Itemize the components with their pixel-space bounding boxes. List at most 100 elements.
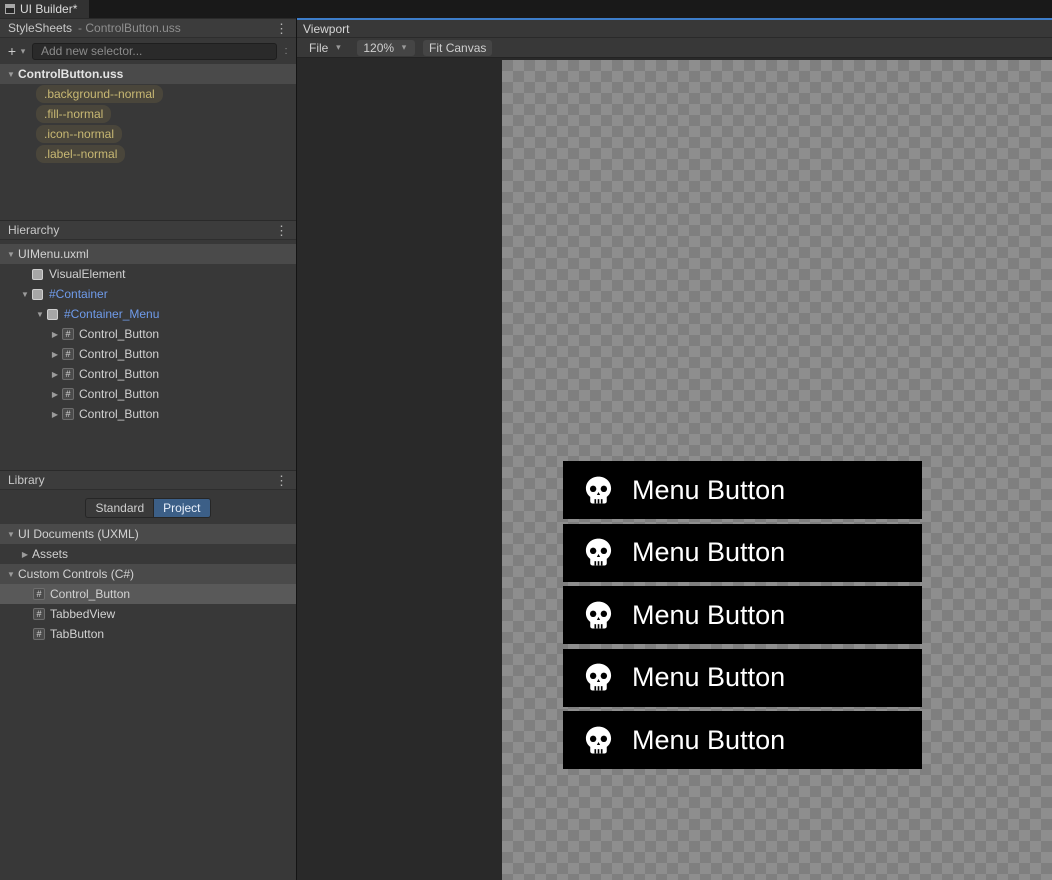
expander-right-icon[interactable] — [48, 370, 62, 379]
kebab-menu-icon[interactable] — [275, 224, 288, 237]
expander-right-icon[interactable] — [48, 330, 62, 339]
library-item-control-button[interactable]: Control_Button — [0, 584, 296, 604]
selector-row[interactable]: .fill--normal — [36, 104, 112, 124]
hierarchy-item-label: #Container — [49, 287, 108, 301]
zoom-dropdown[interactable]: 120% — [357, 39, 416, 56]
library-item-assets[interactable]: Assets — [0, 544, 296, 564]
chevron-down-icon — [399, 42, 409, 53]
canvas-transparency-checkerboard[interactable]: Menu Button Menu Button Menu Button Menu… — [502, 60, 1052, 880]
viewport-toolbar: File 120% Fit Canvas — [297, 38, 1052, 58]
hierarchy-item-label: VisualElement — [49, 267, 126, 281]
hierarchy-item-visualelement[interactable]: VisualElement — [0, 264, 296, 284]
menu-button-label: Menu Button — [632, 537, 786, 567]
menu-button-label: Menu Button — [632, 599, 786, 630]
hierarchy-item-container-menu[interactable]: #Container_Menu — [0, 304, 296, 324]
library-section-csharp[interactable]: Custom Controls (C#) — [0, 564, 296, 584]
tab-standard[interactable]: Standard — [85, 498, 154, 518]
menu-button-label: Menu Button — [632, 662, 786, 692]
library-item-label: TabbedView — [50, 607, 116, 621]
menu-button[interactable]: Menu Button — [563, 586, 922, 644]
file-menu-button[interactable]: File — [303, 40, 349, 56]
selector-pill[interactable]: .label--normal — [36, 145, 126, 163]
expander-down-icon[interactable] — [33, 310, 47, 319]
skull-icon — [582, 536, 615, 569]
skull-icon — [582, 474, 615, 507]
hierarchy-header: Hierarchy — [0, 220, 296, 240]
expander-down-icon[interactable] — [4, 530, 18, 539]
library-section-label: UI Documents (UXML) — [18, 527, 139, 541]
expander-right-icon[interactable] — [18, 550, 32, 559]
fit-canvas-button[interactable]: Fit Canvas — [423, 39, 493, 56]
hierarchy-item-label: #Container_Menu — [64, 307, 160, 321]
zoom-value: 120% — [363, 40, 395, 55]
expander-right-icon[interactable] — [48, 410, 62, 419]
menu-button[interactable]: Menu Button — [563, 523, 922, 582]
expander-down-icon[interactable] — [18, 290, 32, 299]
add-selector-row — [0, 40, 296, 62]
csharp-element-icon — [33, 628, 45, 640]
stylesheets-title: StyleSheets — [8, 21, 73, 35]
expander-right-icon[interactable] — [48, 390, 62, 399]
left-panel: StyleSheets - ControlButton.uss ControlB… — [0, 18, 297, 880]
fit-canvas-label: Fit Canvas — [429, 40, 487, 55]
skull-icon — [582, 724, 615, 757]
selector-row[interactable]: .background--normal — [36, 84, 163, 104]
hierarchy-item-control-button[interactable]: Control_Button — [0, 404, 296, 424]
menu-button-label: Menu Button — [632, 724, 786, 755]
selector-pill[interactable]: .icon--normal — [36, 125, 123, 143]
tab-ui-builder[interactable]: UI Builder* — [0, 0, 90, 18]
menu-button-stack: Menu Button Menu Button Menu Button Menu… — [563, 461, 922, 769]
selector-pill[interactable]: .fill--normal — [36, 105, 112, 123]
kebab-menu-icon[interactable] — [275, 22, 288, 35]
hierarchy-item-label: Control_Button — [79, 347, 160, 361]
viewport-canvas-area[interactable]: Menu Button Menu Button Menu Button Menu… — [297, 58, 1052, 880]
hierarchy-item-label: Control_Button — [79, 367, 160, 381]
hierarchy-root-label: UIMenu.uxml — [18, 247, 89, 261]
title-bar: UI Builder* — [0, 0, 1052, 18]
chevron-down-icon[interactable] — [18, 46, 28, 57]
library-item-tabbedview[interactable]: TabbedView — [0, 604, 296, 624]
csharp-element-icon — [33, 588, 45, 600]
library-tab-group: Standard Project — [0, 496, 296, 520]
hierarchy-item-control-button[interactable]: Control_Button — [0, 324, 296, 344]
expander-down-icon[interactable] — [4, 250, 18, 259]
tab-project[interactable]: Project — [153, 498, 211, 518]
hierarchy-root-row[interactable]: UIMenu.uxml — [0, 244, 296, 264]
hierarchy-item-container[interactable]: #Container — [0, 284, 296, 304]
expander-down-icon[interactable] — [4, 70, 18, 79]
viewport-title-row: Viewport — [297, 20, 1052, 38]
kebab-menu-icon[interactable] — [275, 474, 288, 487]
csharp-element-icon — [62, 328, 74, 340]
selector-row[interactable]: .icon--normal — [36, 124, 123, 144]
library-item-tabbutton[interactable]: TabButton — [0, 624, 296, 644]
menu-button[interactable]: Menu Button — [563, 711, 922, 769]
field-options-icon[interactable] — [282, 45, 290, 57]
library-item-label: Assets — [32, 547, 69, 561]
selector-row[interactable]: .label--normal — [36, 144, 126, 164]
menu-button-label: Menu Button — [632, 474, 786, 505]
library-section-label: Custom Controls (C#) — [18, 567, 135, 581]
stylesheets-header: StyleSheets - ControlButton.uss — [0, 18, 296, 38]
library-title: Library — [8, 473, 45, 487]
csharp-element-icon — [62, 368, 74, 380]
selector-pill[interactable]: .background--normal — [36, 85, 163, 103]
hierarchy-title: Hierarchy — [8, 223, 60, 237]
window-tab-label: UI Builder* — [20, 2, 78, 16]
visual-element-icon — [47, 308, 58, 320]
hierarchy-item-control-button[interactable]: Control_Button — [0, 344, 296, 364]
expander-down-icon[interactable] — [4, 570, 18, 579]
library-section-uxml[interactable]: UI Documents (UXML) — [0, 524, 296, 544]
stylesheet-root-row[interactable]: ControlButton.uss — [0, 64, 296, 84]
menu-button[interactable]: Menu Button — [563, 461, 922, 519]
stylesheets-subtitle: - ControlButton.uss — [78, 21, 181, 35]
hierarchy-item-control-button[interactable]: Control_Button — [0, 384, 296, 404]
expander-right-icon[interactable] — [48, 350, 62, 359]
add-selector-input[interactable] — [32, 42, 277, 60]
visual-element-icon — [32, 288, 43, 300]
menu-button[interactable]: Menu Button — [563, 648, 922, 707]
hierarchy-item-control-button[interactable]: Control_Button — [0, 364, 296, 384]
add-selector-button[interactable] — [6, 43, 18, 59]
chevron-down-icon — [333, 42, 343, 53]
skull-icon — [582, 599, 615, 632]
library-header: Library — [0, 470, 296, 490]
